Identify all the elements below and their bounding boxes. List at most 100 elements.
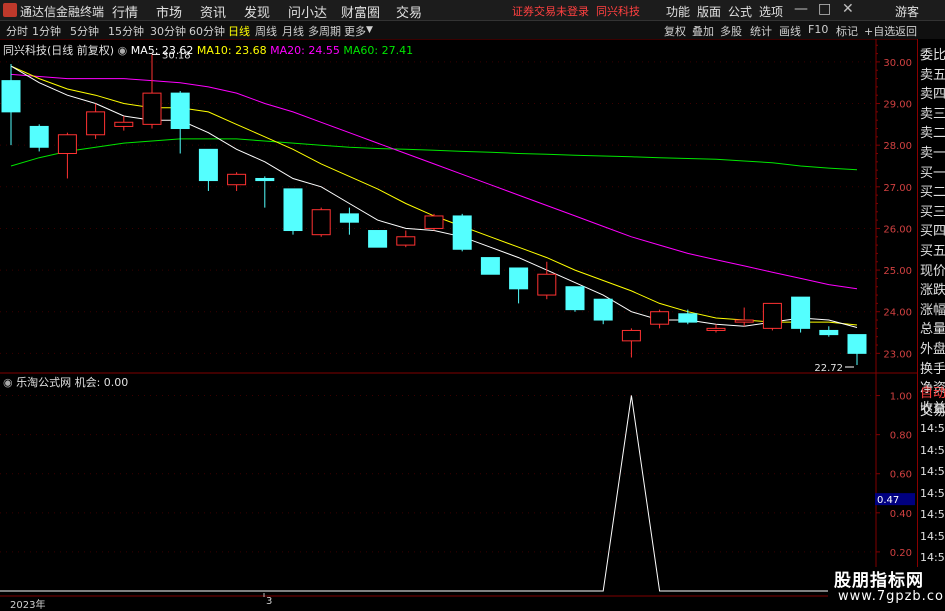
watermark-title: 股朋指标网 xyxy=(834,571,924,591)
candle-body xyxy=(1,80,21,113)
menu-caifuquan[interactable]: 财富圈 xyxy=(341,2,380,21)
candle-body xyxy=(198,148,218,182)
btn-diejia[interactable]: 叠加 xyxy=(690,23,716,39)
tf-15min[interactable]: 15分钟 xyxy=(108,23,144,39)
login-status: 证券交易未登录 xyxy=(512,5,589,18)
ma5-label: MA5: 23.62 xyxy=(130,44,194,57)
candle-body xyxy=(650,311,670,325)
ma10-line xyxy=(10,65,858,326)
candle-body xyxy=(311,209,331,236)
side-time: 14:56 xyxy=(920,465,945,478)
side-label: 外盘 xyxy=(920,342,945,357)
side-label: 买二 xyxy=(920,185,945,201)
indicator-tick-label: 0.60 xyxy=(890,470,912,481)
tf-1min[interactable]: 1分钟 xyxy=(32,23,61,39)
kline-chart[interactable]: 30.1822.72 30.0029.0028.0027.0026.0025.0… xyxy=(0,39,917,599)
btn-tongji[interactable]: 统计 xyxy=(748,23,774,39)
candle-body xyxy=(706,327,726,331)
side-time: 14:55 xyxy=(920,422,945,435)
candle-body xyxy=(509,267,529,290)
price-tick-label: 28.00 xyxy=(883,141,912,152)
side-label: 卖二 xyxy=(920,126,945,142)
guest-label[interactable]: 游客 xyxy=(895,3,919,20)
tf-monthly[interactable]: 月线 xyxy=(282,23,304,39)
tf-multi[interactable]: 多周期 xyxy=(308,23,341,39)
opportunity-line xyxy=(0,395,874,592)
app-logo-icon xyxy=(3,3,17,17)
side-time: 14:56 xyxy=(920,508,945,521)
menu-shichang[interactable]: 市场 xyxy=(156,2,182,21)
candle-body xyxy=(396,236,416,246)
menu-xuanxiang[interactable]: 选项 xyxy=(759,3,783,20)
candle-body xyxy=(283,188,303,232)
tf-daily-active[interactable]: 日线 xyxy=(228,23,250,39)
indicator-panel xyxy=(0,395,874,592)
side-time: 14:56 xyxy=(920,443,945,457)
low-label: 22.72 xyxy=(814,363,843,374)
date-axis: 2023年 3 xyxy=(0,596,900,611)
candle-body xyxy=(170,92,190,130)
candle-body xyxy=(762,302,782,329)
btn-f10[interactable]: F10 xyxy=(806,23,830,36)
status-message: 证券交易未登录 同兴科技 xyxy=(512,3,640,19)
tf-more[interactable]: 更多 xyxy=(344,23,366,39)
menu-hangqing[interactable]: 行情 xyxy=(112,2,138,21)
close-icon[interactable]: ✕ xyxy=(842,1,854,17)
ma20-line xyxy=(10,73,858,290)
side-label: 委比 xyxy=(920,48,945,63)
side-label: 卖一 xyxy=(920,146,945,161)
side-label: 总量 xyxy=(920,322,945,338)
menu-zixun[interactable]: 资讯 xyxy=(200,2,226,21)
ma60-line xyxy=(10,138,858,171)
btn-biaoji[interactable]: 标记 xyxy=(834,23,860,39)
candle-body xyxy=(227,173,247,186)
candle-body xyxy=(142,92,162,125)
side-label: 换手 xyxy=(920,361,945,377)
menu-gongneng[interactable]: 功能 xyxy=(666,3,690,20)
side-label: 卖五 xyxy=(920,67,945,83)
candle-body xyxy=(678,313,698,323)
tf-5min[interactable]: 5分钟 xyxy=(70,23,99,39)
menu-gongshi[interactable]: 公式 xyxy=(728,3,752,20)
stock-title: 同兴科技(日线 前复权) xyxy=(3,44,115,57)
btn-duogu[interactable]: 多股 xyxy=(718,23,744,39)
indicator-tick-label: 0.80 xyxy=(890,431,912,442)
price-tick-label: 26.00 xyxy=(883,224,912,235)
side-label: 买三 xyxy=(920,204,945,220)
maximize-icon[interactable]: □ xyxy=(818,1,831,17)
menu-wenxiaoda[interactable]: 问小达 xyxy=(288,2,327,21)
menu-banmian[interactable]: 版面 xyxy=(697,3,721,20)
tf-30min[interactable]: 30分钟 xyxy=(150,23,186,39)
tf-60min[interactable]: 60分钟 xyxy=(189,23,225,39)
menu-faxian[interactable]: 发现 xyxy=(244,2,270,21)
candle-body xyxy=(847,334,867,354)
btn-add-favorite[interactable]: +自选 xyxy=(862,23,897,39)
chevron-down-icon[interactable]: ▼ xyxy=(366,25,373,35)
app-title: 通达信金融终端 xyxy=(20,5,105,19)
candle-body xyxy=(565,286,585,311)
settings-dot-icon[interactable]: ◉ xyxy=(118,44,128,57)
indicator-tick-label: 1.00 xyxy=(890,392,912,403)
price-tick-label: 23.00 xyxy=(883,349,912,360)
side-time: 14:56 xyxy=(920,551,945,564)
side-label: 涨幅 xyxy=(920,302,945,318)
candle-body xyxy=(86,111,106,136)
minimize-icon[interactable]: — xyxy=(794,1,808,17)
settings-dot-icon[interactable]: ◉ xyxy=(3,376,13,389)
price-tick-label: 24.00 xyxy=(883,308,912,319)
candles xyxy=(1,54,867,366)
candle-body xyxy=(424,215,444,229)
btn-back[interactable]: 返回 xyxy=(893,23,919,39)
tf-fenshi[interactable]: 分时 xyxy=(6,23,28,39)
btn-fuquan[interactable]: 复权 xyxy=(662,23,688,39)
side-label: 买四 xyxy=(920,224,945,240)
side-label: 买一 xyxy=(920,165,945,181)
candle-body xyxy=(621,329,641,342)
tf-weekly[interactable]: 周线 xyxy=(255,23,277,39)
candle-body xyxy=(368,230,388,248)
btn-huaxian[interactable]: 画线 xyxy=(777,23,803,39)
side-label: 现价 xyxy=(920,263,945,279)
side-label-lower: 交易 xyxy=(920,404,945,419)
candle-body xyxy=(339,213,359,223)
menu-jiaoyi[interactable]: 交易 xyxy=(396,2,422,21)
